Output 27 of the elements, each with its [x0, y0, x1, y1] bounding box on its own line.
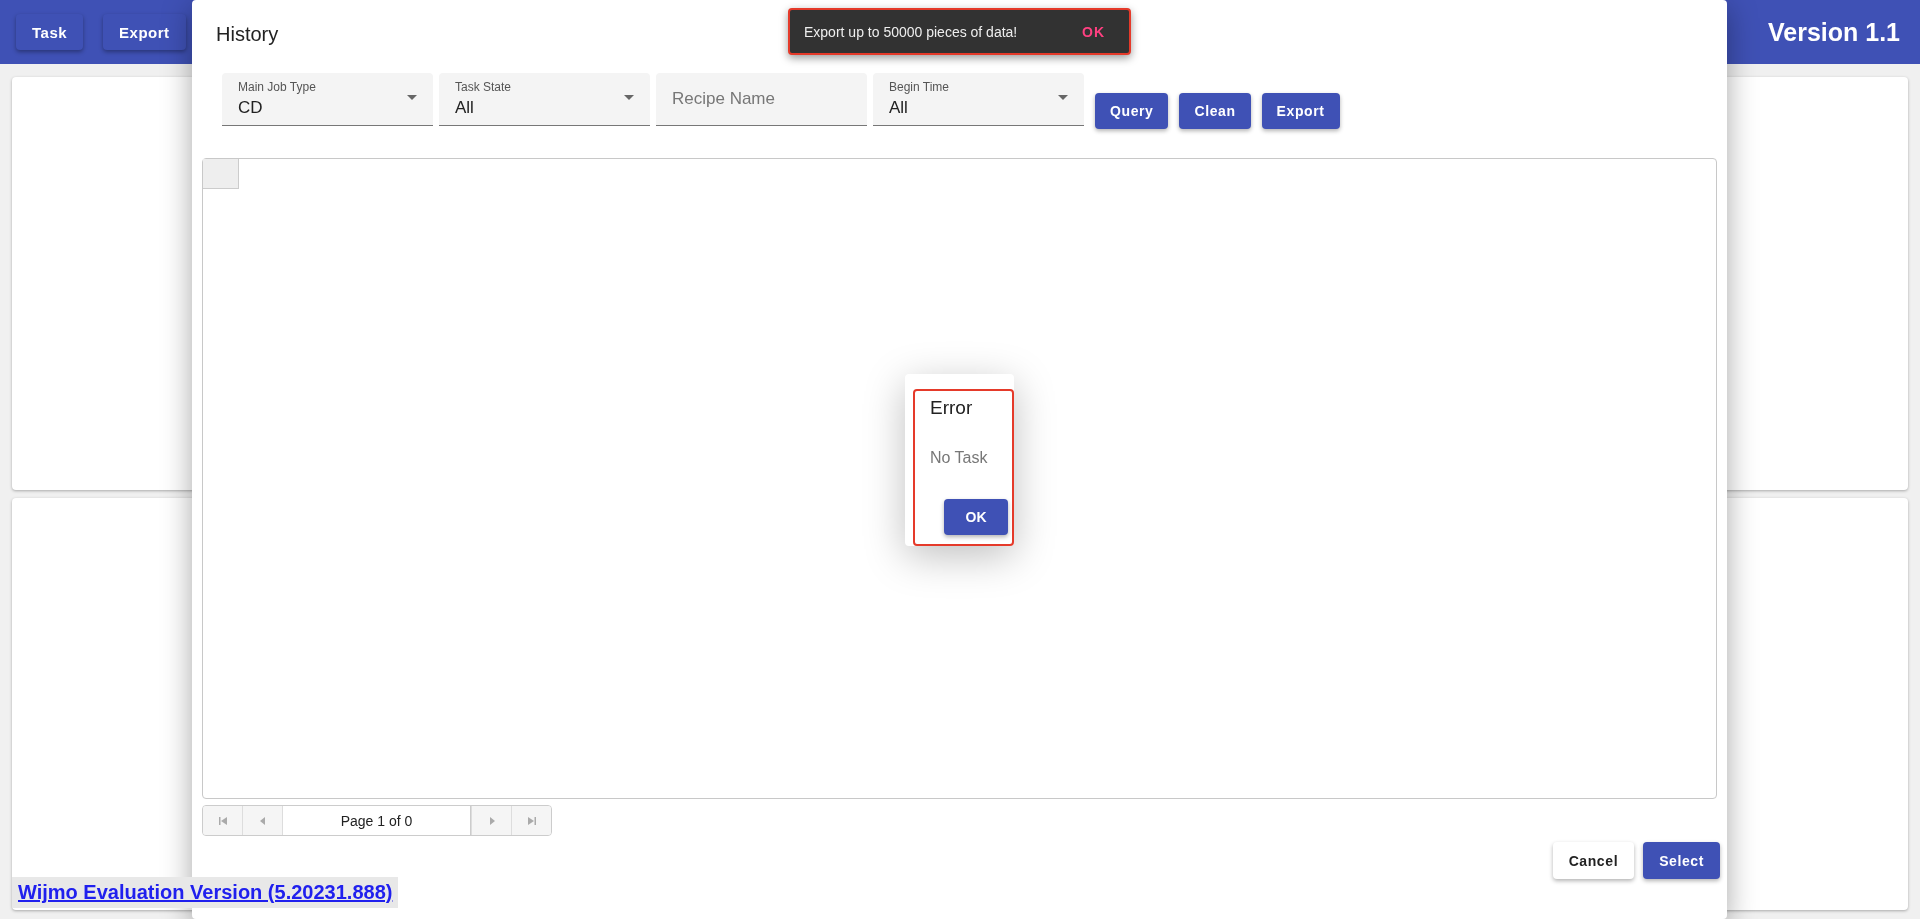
last-page-icon [526, 815, 537, 826]
select-field[interactable]: Task State All [439, 73, 650, 126]
app-bar-button[interactable]: Task [16, 14, 84, 50]
action-button[interactable]: Query [1095, 93, 1169, 129]
app-bar-button[interactable]: Export [103, 14, 186, 50]
dialog-title: History [216, 23, 279, 46]
last-page-button[interactable] [511, 806, 551, 835]
ok-button[interactable]: OK [944, 499, 1008, 535]
first-page-icon [217, 815, 228, 826]
action-button[interactable]: Export [1261, 93, 1340, 129]
evaluation-link[interactable]: Wijmo Evaluation Version (5.20231.888) [12, 877, 399, 908]
dropdown-caret-icon [407, 95, 417, 100]
action-button[interactable]: Clean [1179, 93, 1251, 129]
error-message: No Task [930, 449, 989, 467]
snackbar-message: Export up to 50000 pieces of data! [804, 23, 1019, 40]
input-field[interactable]: Recipe Name [656, 73, 867, 126]
error-title: Error [930, 397, 974, 419]
first-page-button[interactable] [203, 806, 243, 835]
dropdown-caret-icon [1058, 95, 1068, 100]
dropdown-caret-icon [624, 95, 634, 100]
dialog-button[interactable]: Select [1643, 842, 1720, 879]
page-indicator: Page 1 of 0 [283, 806, 471, 835]
select-field[interactable]: Begin Time All [873, 73, 1084, 126]
select-field[interactable]: Main Job Type CD [222, 73, 433, 126]
dialog-button[interactable]: Cancel [1552, 842, 1635, 879]
snackbar-action[interactable]: OK [1076, 22, 1111, 41]
version-label: Version 1.1 [1767, 17, 1900, 47]
